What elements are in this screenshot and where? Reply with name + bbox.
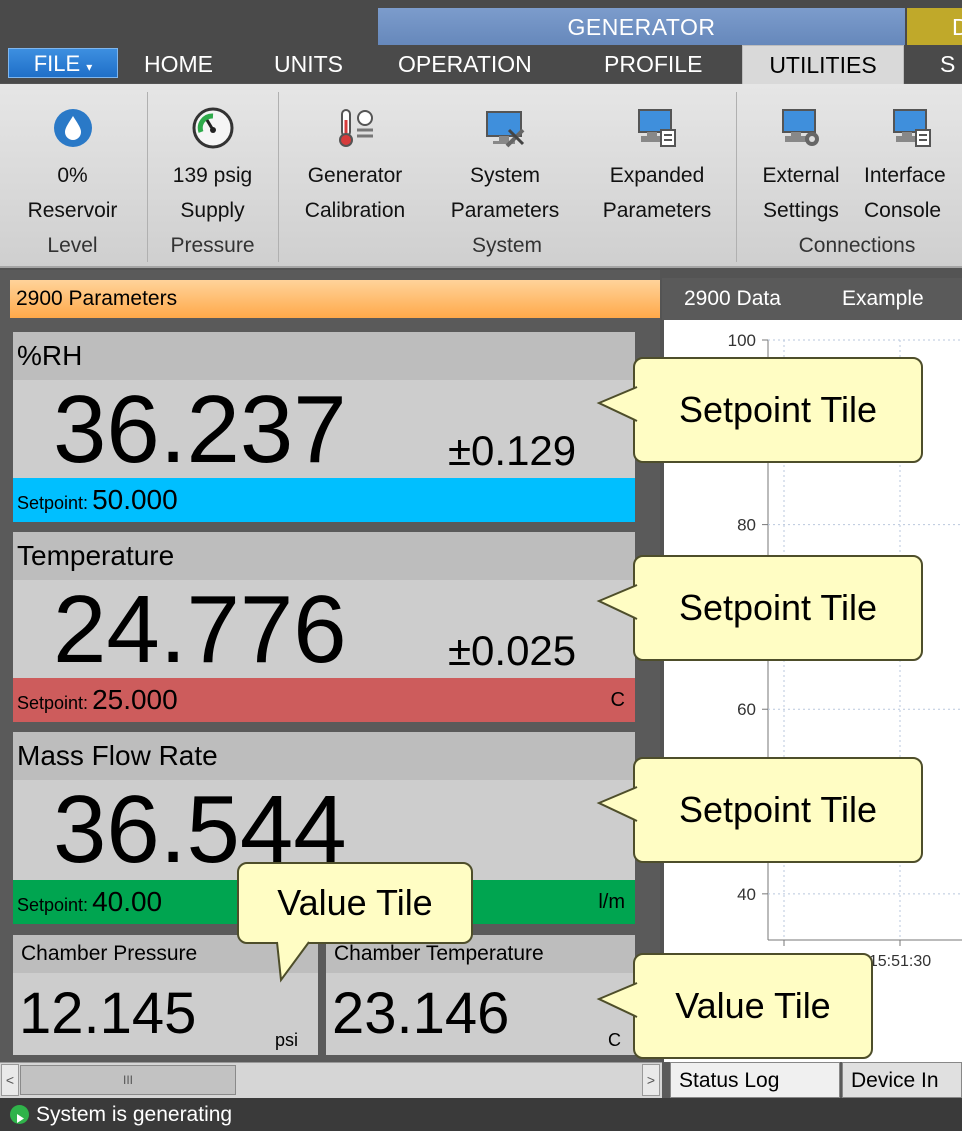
group-separator (736, 92, 737, 262)
external-settings-label-2: Settings (763, 199, 839, 222)
external-settings-label-1: External (762, 164, 840, 187)
tile-title-temperature: Temperature (13, 532, 635, 580)
tile-body-temperature[interactable]: 24.776 ±0.025 (13, 580, 635, 680)
group-separator (147, 92, 148, 262)
chart-y-tick-label: 40 (737, 885, 756, 904)
callout-pointer (596, 386, 638, 422)
scroll-right-button[interactable]: > (642, 1064, 660, 1096)
status-text: System is generating (36, 1103, 233, 1126)
setpoint-label: Setpoint: (17, 895, 89, 915)
tab-2900-data[interactable]: 2900 Data (684, 278, 781, 320)
expanded-parameters-label-2: Parameters (602, 199, 712, 222)
chamber-temperature-value: 23.146 (332, 981, 510, 1046)
tab-partial-s[interactable]: S (940, 45, 955, 83)
monitor-document-icon (893, 109, 931, 147)
callout-value-tile-1: Value Tile (237, 862, 473, 983)
context-tab-group-label: GENERATOR (567, 14, 716, 40)
chamber-temperature-unit: C (608, 1030, 621, 1050)
mass-flow-unit: l/m (598, 891, 625, 913)
temperature-value: 24.776 (53, 576, 347, 683)
chamber-pressure-value: 12.145 (19, 981, 197, 1046)
supply-label: Supply (180, 199, 245, 222)
monitor-document-icon (638, 109, 676, 147)
tab-utilities[interactable]: UTILITIES (742, 45, 904, 85)
reservoir-label: Reservoir (27, 199, 118, 222)
callout-text: Setpoint Tile (678, 789, 878, 830)
interface-console-button[interactable]: Interface Console (862, 84, 962, 234)
callout-value-tile-2: Value Tile (596, 953, 873, 1059)
callout-text: Setpoint Tile (678, 587, 878, 628)
rh-setpoint-value: 50.000 (92, 484, 178, 515)
setpoint-label: Setpoint: (17, 493, 89, 513)
callout-text: Value Tile (675, 985, 831, 1026)
ribbon: 0% Reservoir Level 139 psig Supply Press… (0, 84, 962, 268)
generator-calibration-label-1: Generator (307, 164, 403, 187)
chart-y-tick-label: 80 (737, 516, 756, 535)
mass-flow-setpoint-value: 40.00 (92, 886, 163, 917)
supply-pressure-value: 139 psig (172, 164, 253, 187)
group-label-system: System (471, 234, 542, 257)
reservoir-level-value: 0% (57, 164, 88, 187)
thermometer-calibration-icon (339, 109, 373, 147)
rh-setpoint-bar[interactable]: Setpoint: 50.000 (13, 478, 635, 522)
callout-pointer (596, 584, 638, 620)
context-tab-group-d-label: D (952, 14, 962, 40)
chart-y-tick-label: 60 (737, 700, 756, 719)
status-bar: System is generating (0, 1098, 962, 1131)
callout-pointer (596, 786, 638, 822)
dropdown-arrow-icon: ▾ (86, 60, 93, 74)
rh-value: 36.237 (53, 376, 347, 483)
interface-console-label-2: Console (864, 199, 942, 222)
value-tile-chamber-temperature[interactable]: 23.146 C (326, 973, 635, 1055)
callout-text: Value Tile (277, 882, 433, 923)
group-label-level: Level (47, 234, 98, 257)
tab-units[interactable]: UNITS (274, 45, 343, 83)
callout-setpoint-tile-3: Setpoint Tile (596, 757, 923, 863)
callout-pointer (596, 982, 638, 1018)
group-label-pressure: Pressure (170, 234, 255, 257)
callout-setpoint-tile-1: Setpoint Tile (596, 357, 923, 463)
water-drop-icon (53, 109, 92, 147)
generator-calibration-label-2: Calibration (304, 199, 406, 222)
scroll-thumb[interactable]: III (20, 1065, 236, 1095)
tab-example[interactable]: Example (842, 278, 924, 320)
chart-x-tick-label: 15:51:30 (869, 953, 931, 970)
scroll-left-button[interactable]: < (1, 1064, 19, 1096)
tab-home[interactable]: HOME (144, 45, 213, 83)
chamber-pressure-unit: psi (275, 1030, 299, 1050)
callout-pointer (276, 941, 310, 983)
tab-status-log[interactable]: Status Log (670, 1062, 840, 1098)
interface-console-label-1: Interface (864, 164, 946, 187)
system-parameters-label-1: System (469, 164, 540, 187)
temperature-uncertainty: ±0.025 (448, 627, 577, 674)
group-separator (278, 92, 279, 262)
rh-uncertainty: ±0.129 (448, 427, 577, 474)
parameters-panel-header: 2900 Parameters (10, 280, 660, 318)
gauge-icon (192, 107, 233, 149)
callout-setpoint-tile-2: Setpoint Tile (596, 555, 923, 661)
temperature-unit: C (610, 689, 625, 711)
setpoint-label: Setpoint: (17, 693, 89, 713)
tab-operation[interactable]: OPERATION (398, 45, 532, 83)
tile-title-mass-flow: Mass Flow Rate (13, 732, 635, 780)
tile-title-rh: %RH (13, 332, 635, 380)
system-parameters-label-2: Parameters (450, 199, 560, 222)
tab-device-info[interactable]: Device In (842, 1062, 962, 1098)
expanded-parameters-label-1: Expanded (609, 164, 705, 187)
group-label-connections: Connections (798, 234, 916, 257)
play-status-icon (10, 1105, 29, 1124)
tile-body-rh[interactable]: 36.237 ±0.129 (13, 380, 635, 480)
callout-text: Setpoint Tile (678, 389, 878, 430)
chart-y-tick-label: 100 (728, 331, 756, 350)
temperature-setpoint-value: 25.000 (92, 684, 178, 715)
monitor-gear-icon (782, 109, 819, 146)
monitor-tools-icon (486, 111, 525, 148)
temperature-setpoint-bar[interactable]: Setpoint: 25.000 C (13, 678, 635, 722)
tab-profile[interactable]: PROFILE (604, 45, 702, 83)
file-menu-button[interactable]: FILE ▾ (8, 48, 118, 78)
